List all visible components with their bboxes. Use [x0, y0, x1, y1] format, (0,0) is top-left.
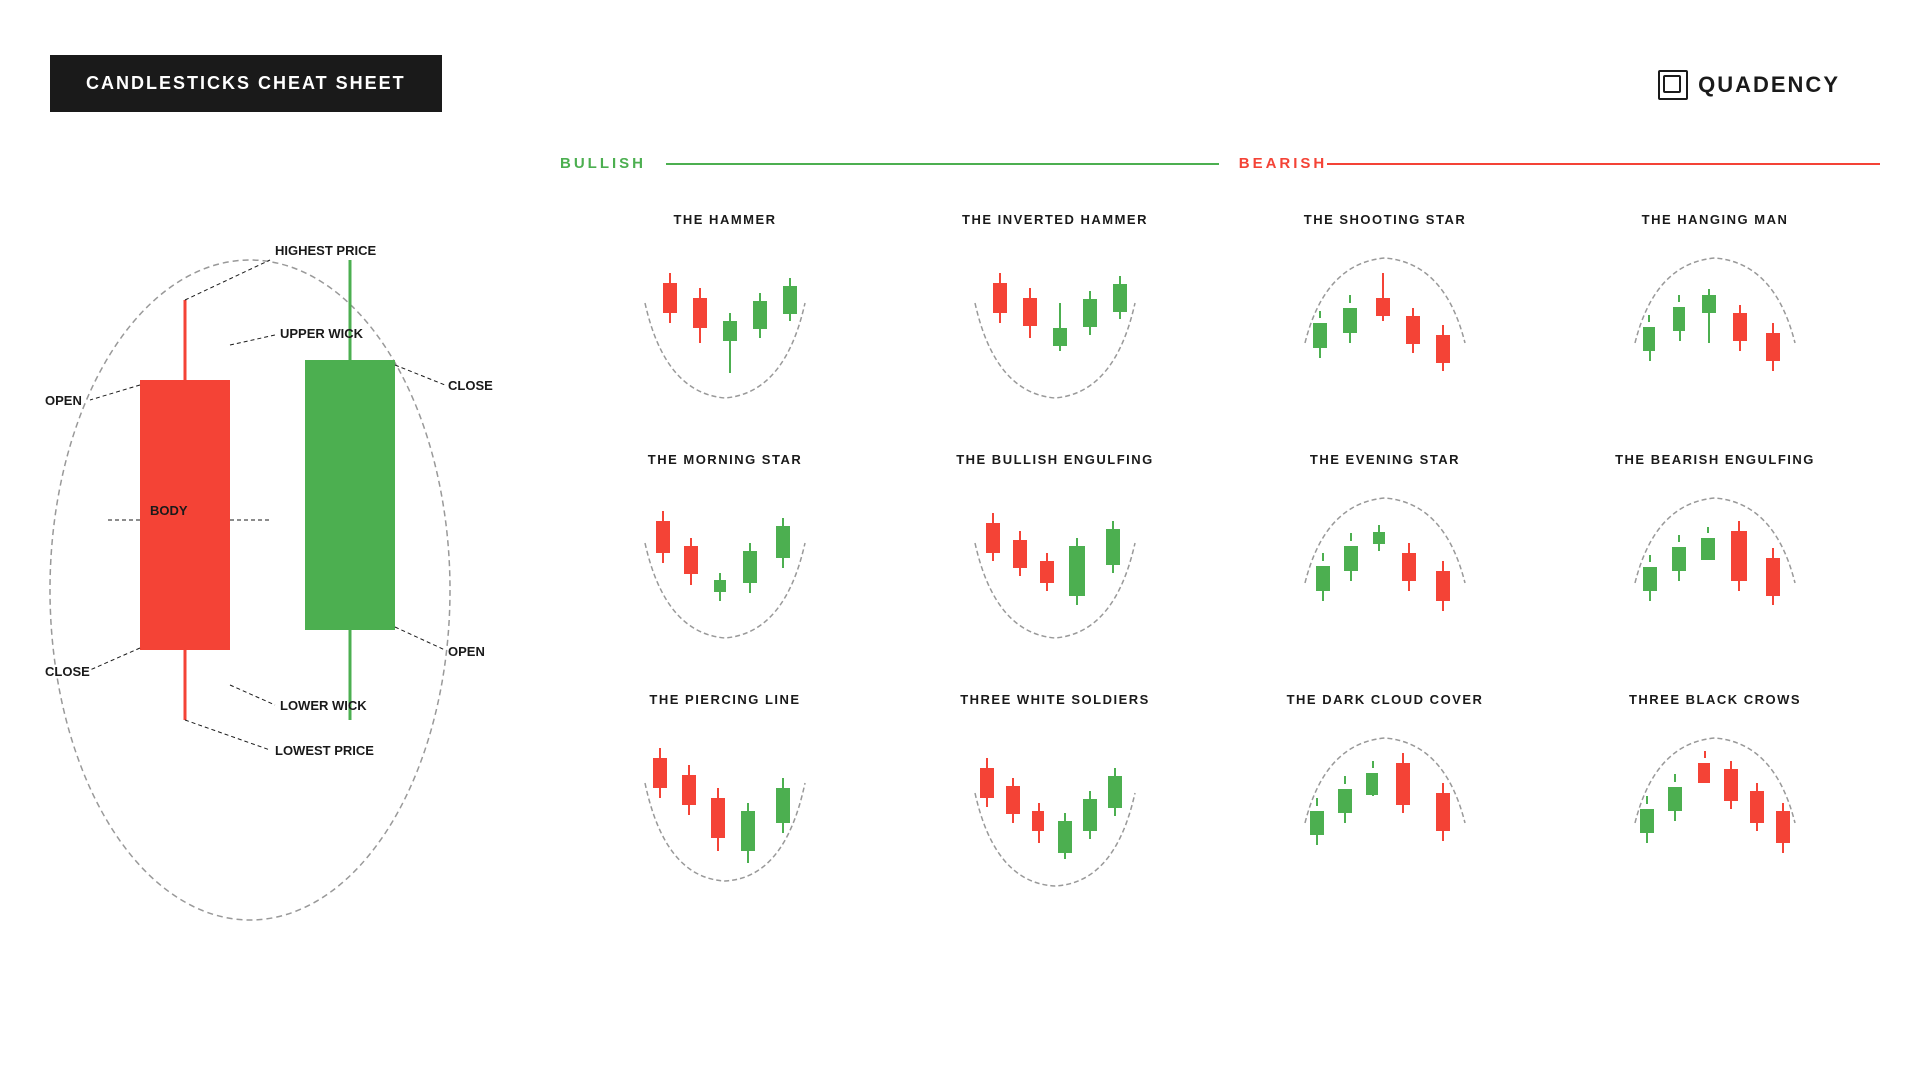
logo-icon — [1658, 70, 1688, 100]
pattern-bullish-engulfing-title: THE BULLISH ENGULFING — [956, 452, 1154, 467]
patterns-area: BULLISH BEARISH THE HAMMER — [560, 155, 1880, 922]
pattern-three-white-soldiers-title: THREE WHITE SOLDIERS — [960, 692, 1150, 707]
pattern-bullish-engulfing: THE BULLISH ENGULFING — [890, 442, 1220, 682]
svg-text:BODY: BODY — [150, 503, 188, 518]
bullish-label: BULLISH — [560, 155, 646, 172]
pattern-three-black-crows-svg — [1560, 715, 1870, 895]
pattern-morning-star: THE MORNING STAR — [560, 442, 890, 682]
pattern-dark-cloud-cover-svg — [1230, 715, 1540, 895]
pattern-hanging-man-title: THE HANGING MAN — [1642, 212, 1789, 227]
logo-text: QUADENCY — [1698, 72, 1840, 98]
svg-text:CLOSE: CLOSE — [45, 664, 90, 679]
pattern-dark-cloud-cover: THE DARK CLOUD COVER — [1220, 682, 1550, 922]
pattern-hanging-man: THE HANGING MAN — [1550, 202, 1880, 442]
pattern-evening-star-svg — [1230, 475, 1540, 655]
bearish-divider — [1327, 163, 1880, 165]
svg-text:HIGHEST PRICE: HIGHEST PRICE — [275, 243, 376, 258]
header-badge: CANDLESTICKS CHEAT SHEET — [50, 55, 442, 112]
pattern-evening-star-title: THE EVENING STAR — [1310, 452, 1460, 467]
pattern-inverted-hammer-svg — [900, 235, 1210, 415]
svg-text:LOWEST PRICE: LOWEST PRICE — [275, 743, 374, 758]
svg-text:LOWER WICK: LOWER WICK — [280, 698, 367, 713]
pattern-evening-star: THE EVENING STAR — [1220, 442, 1550, 682]
svg-text:UPPER WICK: UPPER WICK — [280, 326, 364, 341]
svg-text:OPEN: OPEN — [45, 393, 82, 408]
pattern-piercing-line: THE PIERCING LINE — [560, 682, 890, 922]
pattern-shooting-star-title: THE SHOOTING STAR — [1304, 212, 1466, 227]
pattern-dark-cloud-cover-title: THE DARK CLOUD COVER — [1287, 692, 1484, 707]
pattern-shooting-star-svg — [1230, 235, 1540, 415]
bullish-divider — [666, 163, 1219, 165]
header-title: CANDLESTICKS CHEAT SHEET — [86, 73, 406, 93]
pattern-bullish-engulfing-svg — [900, 475, 1210, 655]
candlestick-diagram: HIGHEST PRICE UPPER WICK OPEN CLOSE BODY… — [30, 160, 550, 980]
svg-text:CLOSE: CLOSE — [448, 378, 493, 393]
pattern-hammer-title: THE HAMMER — [673, 212, 776, 227]
pattern-inverted-hammer-title: THE INVERTED HAMMER — [962, 212, 1148, 227]
section-header: BULLISH BEARISH — [560, 155, 1880, 172]
pattern-piercing-line-title: THE PIERCING LINE — [649, 692, 800, 707]
pattern-piercing-line-svg — [570, 715, 880, 895]
pattern-morning-star-svg — [570, 475, 880, 655]
pattern-three-white-soldiers-svg — [900, 715, 1210, 895]
logo: QUADENCY — [1658, 70, 1840, 100]
pattern-shooting-star: THE SHOOTING STAR — [1220, 202, 1550, 442]
pattern-hammer-svg — [570, 235, 880, 415]
pattern-morning-star-title: THE MORNING STAR — [648, 452, 802, 467]
pattern-bearish-engulfing-svg — [1560, 475, 1870, 655]
patterns-grid: THE HAMMER — [560, 202, 1880, 922]
pattern-bearish-engulfing: THE BEARISH ENGULFING — [1550, 442, 1880, 682]
pattern-three-black-crows-title: THREE BLACK CROWS — [1629, 692, 1801, 707]
pattern-three-white-soldiers: THREE WHITE SOLDIERS — [890, 682, 1220, 922]
svg-text:OPEN: OPEN — [448, 644, 485, 659]
pattern-three-black-crows: THREE BLACK CROWS — [1550, 682, 1880, 922]
bearish-label: BEARISH — [1239, 155, 1328, 172]
pattern-inverted-hammer: THE INVERTED HAMMER — [890, 202, 1220, 442]
pattern-hammer: THE HAMMER — [560, 202, 890, 442]
pattern-hanging-man-svg — [1560, 235, 1870, 415]
pattern-bearish-engulfing-title: THE BEARISH ENGULFING — [1615, 452, 1815, 467]
